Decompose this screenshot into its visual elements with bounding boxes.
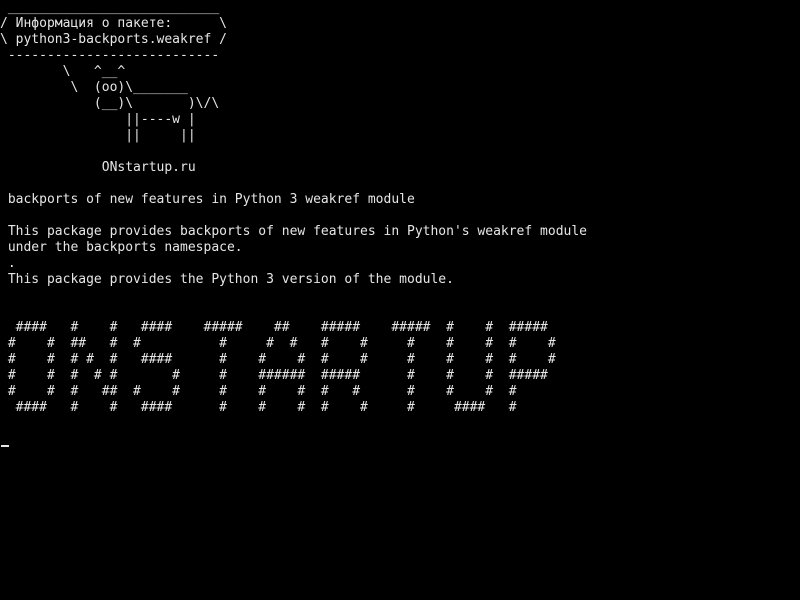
cow-art-line: ||----w | xyxy=(0,112,196,127)
cow-art-line: \ (oo)\_______ xyxy=(0,80,188,95)
ascii-banner-line: #### # # #### # # # # # # #### # xyxy=(0,400,517,415)
cow-art-line: || || xyxy=(0,128,196,143)
ascii-banner-line: # # # # # #### # # # # # # # # # # xyxy=(0,352,556,367)
site-name: ONstartup.ru xyxy=(0,160,196,175)
text-cursor xyxy=(1,445,9,447)
ascii-banner-line: #### # # #### ##### ## ##### ##### # # #… xyxy=(0,320,548,335)
bubble-bottom-border: --------------------------- xyxy=(0,48,220,63)
package-summary: backports of new features in Python 3 we… xyxy=(0,192,415,207)
cow-art-line: (__)\ )\/\ xyxy=(0,96,220,111)
description-line: . xyxy=(0,256,16,271)
description-line: under the backports namespace. xyxy=(0,240,243,255)
cow-art-line: \ ^__^ xyxy=(0,64,126,79)
ascii-banner-line: # # ## # # # # # # # # # # # # xyxy=(0,336,556,351)
ascii-banner-line: # # # ## # # # # # # # # # # # xyxy=(0,384,517,399)
description-line: This package provides backports of new f… xyxy=(0,224,587,239)
bubble-top-border: ___________________________ xyxy=(0,0,220,15)
bubble-title-line: / Информация о пакете: \ xyxy=(0,16,227,31)
description-line: This package provides the Python 3 versi… xyxy=(0,272,454,287)
terminal-screen[interactable]: ___________________________ / Информация… xyxy=(0,0,800,600)
ascii-banner-line: # # # # # # # ###### ##### # # # ##### xyxy=(0,368,548,383)
bubble-package-line: \ python3-backports.weakref / xyxy=(0,32,227,47)
